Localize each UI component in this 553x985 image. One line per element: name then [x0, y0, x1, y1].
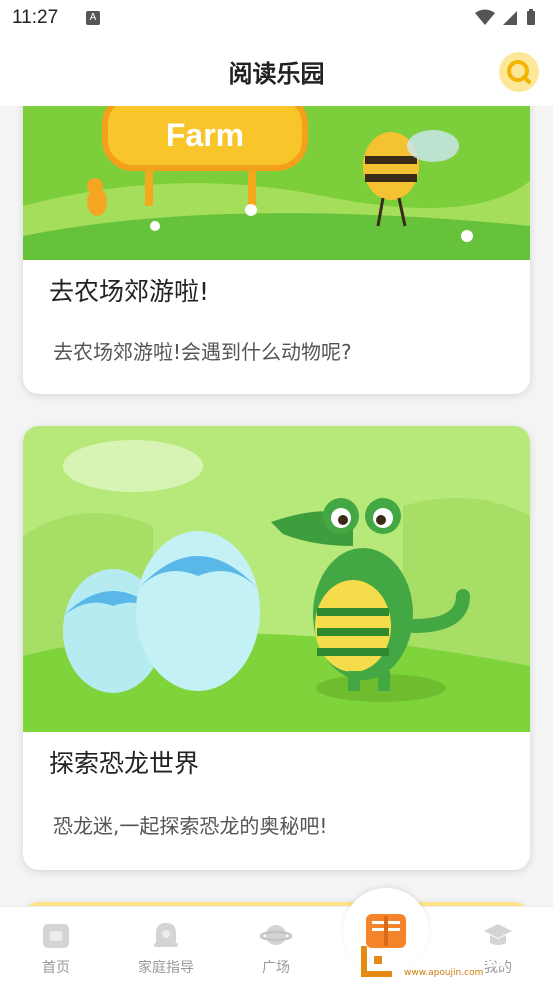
status-bar: 11:27 A: [0, 0, 553, 36]
home-icon: [43, 924, 69, 948]
tab-label: 首页: [42, 960, 70, 976]
tab-label: 广场: [262, 960, 290, 976]
wifi-icon: [475, 9, 495, 25]
search-icon: [507, 60, 531, 84]
farm-sign-text: Farm: [166, 117, 244, 153]
planet-icon: [260, 925, 292, 945]
app-header: 阅读乐园: [0, 36, 553, 106]
watermark-logo-icon: [361, 946, 392, 977]
dinosaur-illustration: [23, 426, 530, 732]
card-illustration-dinosaur: [23, 426, 530, 732]
card-illustration-farm: Farm: [23, 106, 530, 260]
watermark: 欧全软件园 www.apoujin.com: [360, 940, 546, 980]
tab-square[interactable]: 广场: [236, 907, 316, 985]
farm-illustration: Farm: [23, 106, 530, 260]
page-title: 阅读乐园: [228, 60, 325, 88]
notification-icon: A: [86, 11, 100, 25]
card-title: 探索恐龙世界: [49, 749, 200, 778]
tab-label: 家庭指导: [138, 960, 194, 976]
tab-family-guide[interactable]: 家庭指导: [126, 907, 206, 985]
watermark-text: 欧全软件园: [398, 946, 508, 970]
status-time: 11:27: [12, 7, 59, 28]
system-status-icons: [475, 9, 535, 25]
signal-icon: [503, 11, 517, 25]
book-card[interactable]: 探索恐龙世界 恐龙迷,一起探索恐龙的奥秘吧!: [23, 426, 530, 870]
card-description: 去农场郊游啦!会遇到什么动物呢?: [53, 340, 352, 364]
book-card[interactable]: Farm 去农场郊游啦! 去农场郊游啦!会遇到什么动物呢?: [23, 106, 530, 394]
tab-home[interactable]: 首页: [16, 907, 96, 985]
battery-icon: [527, 11, 535, 25]
watermark-url: www.apoujin.com: [404, 968, 484, 978]
bell-icon: [154, 923, 178, 947]
card-description: 恐龙迷,一起探索恐龙的奥秘吧!: [53, 814, 328, 838]
book-feed[interactable]: Farm 去农场郊游啦! 去农场郊游啦!会遇到什么动物呢? 探索恐龙世界 恐龙迷…: [0, 106, 553, 906]
search-button[interactable]: [499, 52, 539, 92]
card-title: 去农场郊游啦!: [49, 277, 210, 306]
